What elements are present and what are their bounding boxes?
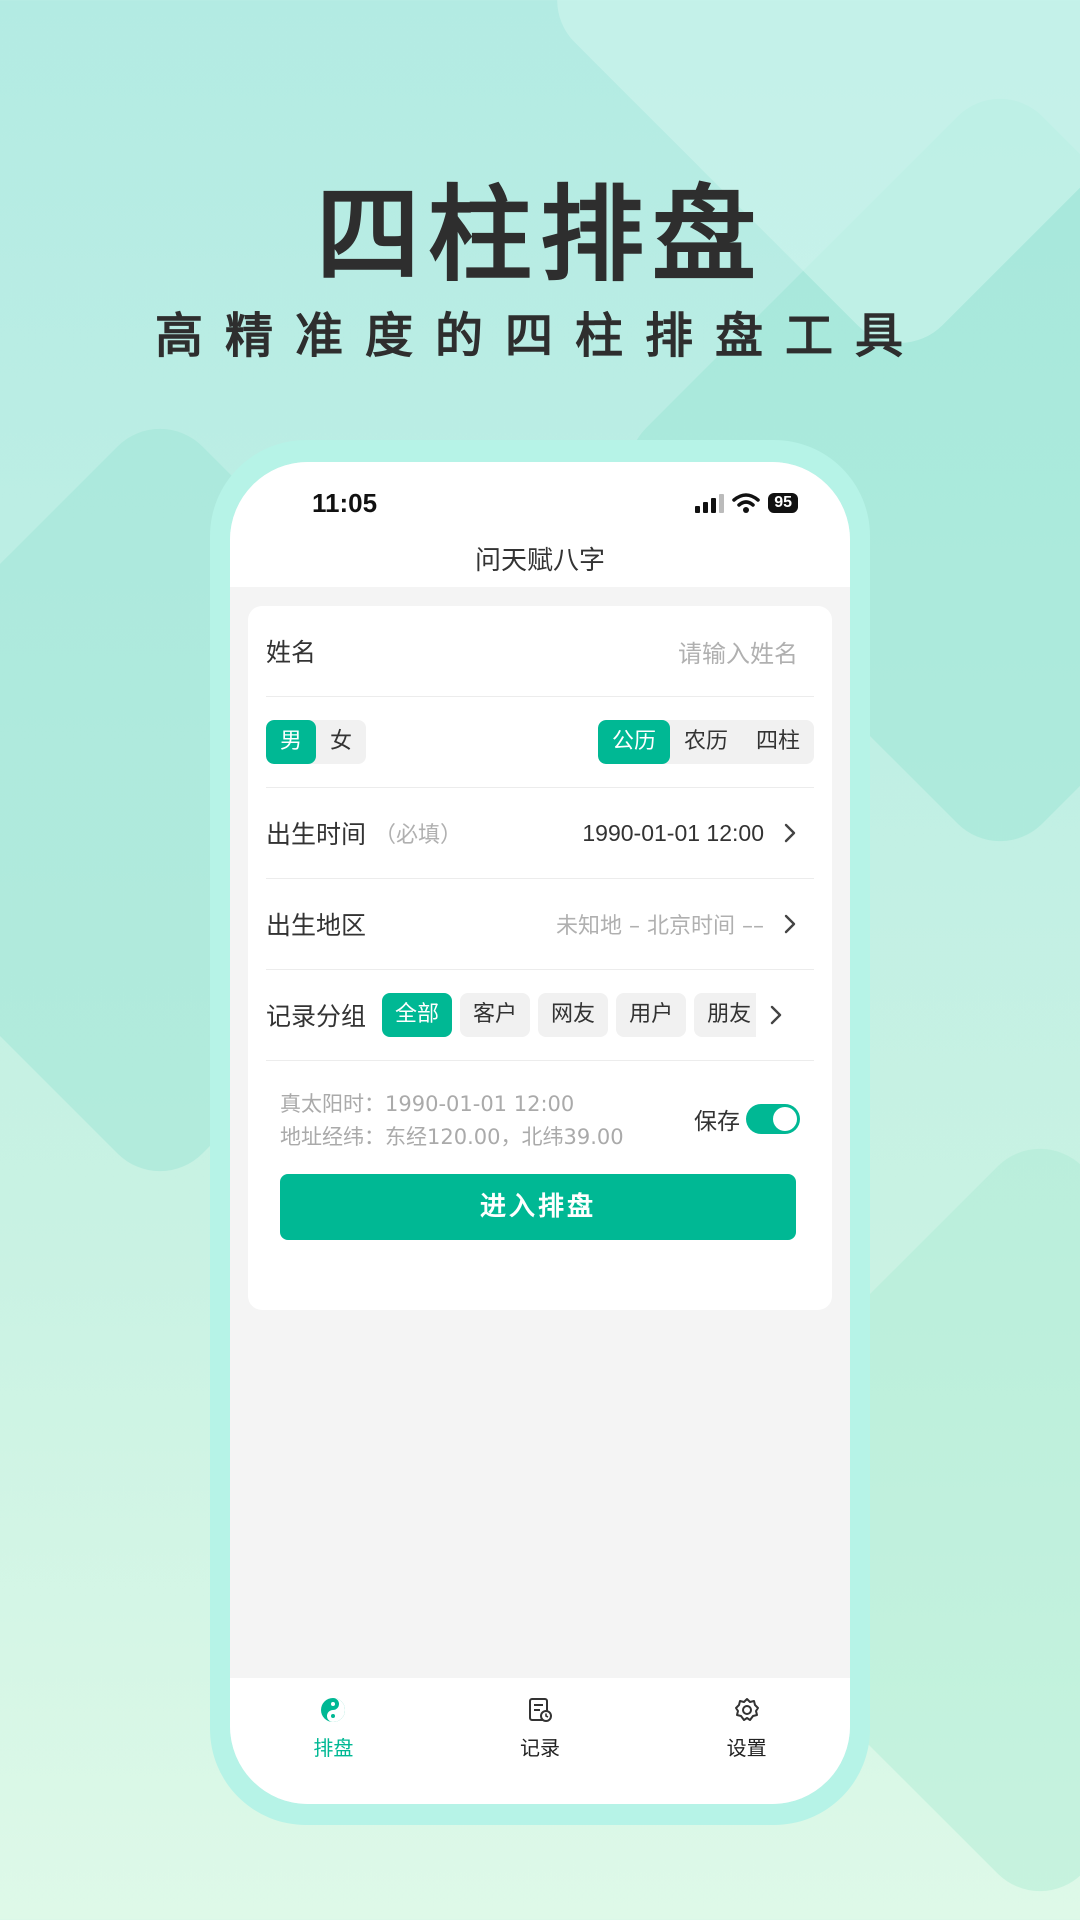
- tab-chart[interactable]: 排盘: [230, 1696, 437, 1804]
- birth-place-value: 未知地 – 北京时间 ––: [556, 914, 764, 939]
- app-title: 问天赋八字: [474, 546, 605, 576]
- birth-place-label: 出生地区: [266, 911, 367, 940]
- wifi-icon: [732, 493, 760, 513]
- tab-bar: 排盘 记录 设置: [230, 1678, 850, 1804]
- calendar-option-lunar[interactable]: 农历: [670, 720, 742, 764]
- gender-option-female[interactable]: 女: [316, 720, 366, 764]
- save-toggle[interactable]: [746, 1104, 800, 1134]
- birth-time-row[interactable]: 出生时间 （必填） 1990-01-01 12:00: [266, 788, 814, 879]
- name-input[interactable]: 请输入姓名: [678, 634, 798, 669]
- record-icon: [529, 1698, 552, 1722]
- tab-label: 设置: [726, 1736, 767, 1760]
- promo-headline: 四柱排盘: [315, 173, 764, 296]
- gender-calendar-row: 男 女 公历 农历 四柱: [266, 697, 814, 788]
- group-chips: 全部 客户 网友 用户 朋友: [382, 993, 757, 1037]
- enter-chart-button[interactable]: 进入排盘: [280, 1174, 796, 1240]
- tab-label: 排盘: [313, 1736, 354, 1760]
- signal-icon: [695, 493, 725, 513]
- tab-settings[interactable]: 设置: [643, 1696, 850, 1804]
- name-row[interactable]: 姓名 请输入姓名: [266, 606, 814, 697]
- group-label: 记录分组: [266, 1002, 367, 1031]
- chevron-right-icon: [784, 823, 796, 843]
- top-bar: 11:05 95 问天赋八字: [230, 462, 850, 587]
- battery-icon: 95: [768, 493, 798, 513]
- required-hint: （必填）: [374, 823, 463, 848]
- tab-label: 记录: [520, 1736, 560, 1760]
- coordinates-text: 地址经纬：东经120.00，北纬39.00: [280, 1125, 624, 1149]
- group-chip-friend[interactable]: 朋友: [694, 993, 757, 1037]
- tab-records[interactable]: 记录: [437, 1696, 644, 1804]
- solar-time-text: 真太阳时：1990-01-01 12:00: [280, 1092, 575, 1116]
- status-time: 11:05: [312, 488, 378, 518]
- status-icons: 95: [695, 492, 798, 514]
- birth-time-label: 出生时间: [266, 820, 367, 849]
- location-info: 真太阳时：1990-01-01 12:00 地址经纬：东经120.00，北纬39…: [280, 1088, 624, 1154]
- form-card: 姓名 请输入姓名 男 女 公历 农历 四柱 出生时间 （必填） 1990-01-…: [248, 606, 832, 1310]
- phone-screen: 11:05 95 问天赋八字 姓名 请输入姓名 男 女 公历 农历 四柱 出生时…: [230, 462, 850, 1804]
- gender-option-male[interactable]: 男: [266, 720, 317, 764]
- birth-place-row[interactable]: 出生地区 未知地 – 北京时间 ––: [266, 879, 814, 970]
- chevron-right-icon[interactable]: [766, 1005, 786, 1025]
- calendar-selector[interactable]: 公历 农历 四柱: [597, 720, 814, 764]
- gender-selector[interactable]: 男 女: [266, 720, 367, 764]
- birth-time-value: 1990-01-01 12:00: [582, 819, 764, 846]
- chevron-right-icon: [784, 914, 796, 934]
- gear-icon: [734, 1698, 759, 1721]
- promo-subline: 高精准度的四柱排盘工具: [154, 308, 925, 364]
- group-chip-user[interactable]: 用户: [616, 993, 687, 1037]
- group-chip-netfriend[interactable]: 网友: [538, 993, 609, 1037]
- group-chip-all[interactable]: 全部: [382, 993, 453, 1037]
- calendar-option-four-pillars[interactable]: 四柱: [742, 720, 814, 764]
- name-label: 姓名: [266, 638, 317, 667]
- save-switch[interactable]: 保存: [694, 1102, 800, 1136]
- group-chip-client[interactable]: 客户: [460, 993, 531, 1037]
- save-label: 保存: [694, 1109, 740, 1135]
- yin-yang-icon: [321, 1698, 346, 1722]
- calendar-option-solar[interactable]: 公历: [597, 720, 670, 764]
- group-row: 记录分组 全部 客户 网友 用户 朋友: [266, 970, 814, 1061]
